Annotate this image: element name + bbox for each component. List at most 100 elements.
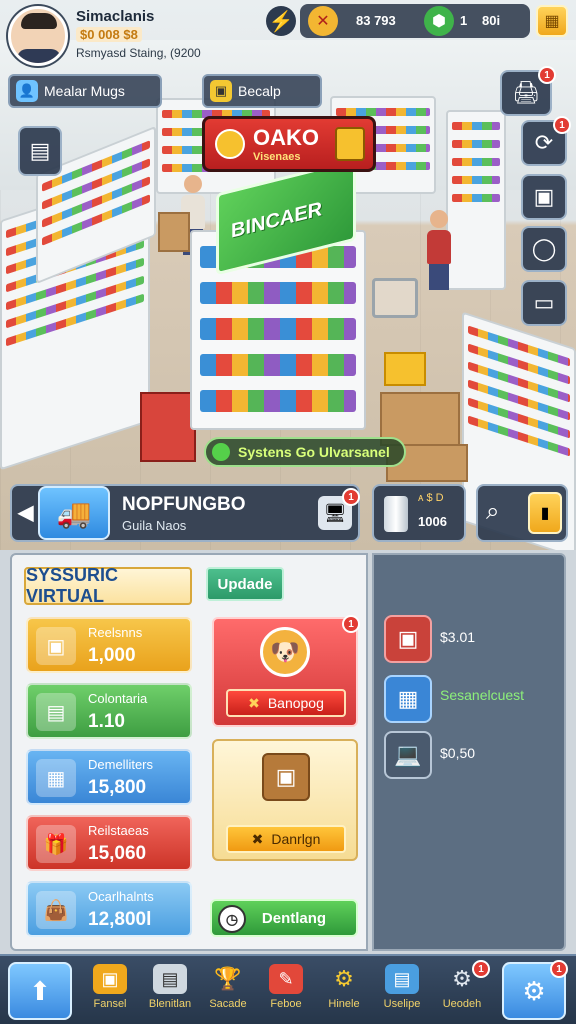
search-panel[interactable]: ⌕ ▮	[476, 484, 568, 542]
shopper-right	[426, 210, 452, 290]
blue-box-icon[interactable]: ▦	[384, 675, 432, 723]
yellow-card-button[interactable]: ✖ Danrlgn	[226, 825, 346, 853]
resource-card-3[interactable]: ▦ Demelliters 15,800	[26, 749, 192, 805]
nav-item-4[interactable]: ✎ Feboe	[256, 964, 316, 1022]
becalp-pill[interactable]: ▣ Becalp	[202, 74, 322, 108]
resource-card-2[interactable]: ▤ Colontaria 1.10	[26, 683, 192, 739]
status-dot-icon	[212, 443, 230, 461]
gift-icon: 🎁	[36, 825, 76, 863]
canister-icon	[384, 496, 408, 532]
home-up-button[interactable]: ⬆	[8, 962, 72, 1020]
notification-badge: 1	[550, 960, 568, 978]
red-box-icon[interactable]: ▣	[384, 615, 432, 663]
barrel-icon: ▤	[153, 964, 187, 994]
left-machine-button[interactable]: ▤	[18, 126, 62, 176]
nav-label: Hinele	[328, 998, 360, 1010]
nav-item-1[interactable]: ▣ Fansel	[80, 964, 140, 1022]
notification-badge: 1	[472, 960, 490, 978]
card-value: 12,800l	[88, 909, 152, 930]
trophy-icon: 🏆	[214, 966, 242, 991]
info-subtitle: Guila Naos	[122, 518, 187, 533]
red-card-button-label: Banopog	[267, 695, 324, 711]
close-x-icon: ✖	[251, 830, 264, 847]
cash-value: 80i	[482, 13, 501, 28]
delivery-info-bar[interactable]: ◀ 🚚 NOPFUNGBO Guila Naos 🖥 1	[10, 484, 360, 542]
basket	[384, 352, 426, 386]
back-arrow-icon[interactable]: ◀	[18, 500, 33, 525]
settings-button[interactable]: ⚙ 1	[502, 960, 568, 1020]
home-icon: ▣	[93, 964, 127, 994]
nav-item-6[interactable]: ▤ Uselipe	[372, 964, 432, 1022]
close-x-icon: ✖	[248, 694, 260, 711]
chat-button[interactable]: ▭	[521, 280, 567, 326]
systems-toast-text: Systens Go Ulvarsanel	[238, 444, 390, 460]
notification-badge: 1	[553, 116, 571, 134]
coin-value: 83 793	[356, 13, 396, 28]
lightning-icon[interactable]: ⚡	[266, 6, 296, 36]
notification-badge: 1	[538, 66, 556, 84]
store-sign: OAKO Visenaes	[202, 116, 376, 172]
nav-label: Blenitlan	[148, 998, 192, 1010]
stock-stat-label: ᴀ $ D	[418, 492, 444, 504]
nav-item-5[interactable]: ⚙ Hinele	[314, 964, 374, 1022]
side-item-3-text: $0,50	[440, 745, 476, 761]
nav-item-3[interactable]: 🏆 Sacade	[198, 964, 258, 1022]
notification-badge: 1	[342, 615, 360, 633]
tag-icon: ✎	[269, 964, 303, 994]
wood-crate	[158, 212, 190, 252]
reward-card-red[interactable]: 1 🐶 ✖ Banopog	[212, 615, 360, 727]
mealar-mugs-pill[interactable]: 👤 Mealar Mugs	[8, 74, 162, 108]
bottle-icon[interactable]: ▮	[528, 492, 562, 534]
card-label: Demelliters	[88, 757, 154, 772]
stock-stat-box[interactable]: ᴀ $ D 1006	[372, 484, 466, 542]
player-name: Simaclanis	[76, 8, 155, 25]
nav-item-2[interactable]: ▤ Blenitlan	[140, 964, 200, 1022]
nav-label: Fansel	[93, 998, 127, 1010]
reward-card-yellow[interactable]: ▣ ✖ Danrlgn	[212, 739, 358, 861]
person-icon: 👤	[16, 80, 38, 102]
box-icon: ▣	[36, 627, 76, 665]
mealar-mugs-label: Mealar Mugs	[44, 83, 125, 99]
shopping-cart	[372, 278, 418, 318]
sign-crate-icon	[335, 127, 365, 161]
gem-value: 1	[460, 13, 468, 28]
laptop-icon[interactable]: 💻	[384, 731, 432, 779]
player-avatar[interactable]	[8, 6, 68, 66]
resource-card-5[interactable]: 👜 Ocarlhalnts 12,800l	[26, 881, 192, 937]
side-item-1-text: $3.01	[440, 629, 476, 645]
card-label: Colontaria	[88, 691, 148, 706]
card-label: Reelsnns	[88, 625, 143, 640]
register-button[interactable]: 🖨 1	[500, 66, 556, 116]
shop-button[interactable]: ▦	[536, 5, 568, 37]
shelf-right-far	[446, 110, 506, 290]
store-sign-title: OAKO	[253, 125, 319, 150]
yellow-card-button-label: Danrlgn	[271, 831, 321, 847]
update-button[interactable]: Updade	[206, 567, 284, 601]
red-card-button[interactable]: ✖ Banopog	[226, 689, 346, 717]
store-sign-subtitle: Visenaes	[253, 151, 301, 163]
stock-stat-value: 1006	[418, 514, 447, 529]
server-icon[interactable]: 🖥 1	[318, 488, 360, 530]
resource-card-4[interactable]: 🎁 Reilstaeas 15,060	[26, 815, 192, 871]
card-value: 1,000	[88, 645, 136, 666]
package-icon: ▣	[262, 753, 310, 801]
player-money: $0 008 $8	[76, 27, 142, 42]
green-action-button[interactable]: ◷ Dentlang	[210, 899, 358, 937]
search-icon[interactable]: ⌕	[486, 498, 499, 526]
resource-card-1[interactable]: ▣ Reelsnns 1,000	[26, 617, 192, 673]
truck-icon: 🚚	[38, 486, 110, 540]
green-action-label: Dentlang	[261, 909, 327, 927]
gear-icon: ⚙	[334, 966, 354, 991]
becalp-label: Becalp	[238, 83, 281, 99]
nav-item-7[interactable]: ⚙ Ueodeh 1	[432, 960, 492, 1022]
crate-icon: ▦	[36, 759, 76, 797]
card-value: 1.10	[88, 711, 125, 732]
info-title: NOPFUNGBO	[122, 494, 246, 515]
nav-label: Feboe	[270, 998, 302, 1010]
circle-button[interactable]: ◯	[521, 226, 567, 272]
refresh-button[interactable]: ⟳ 1	[521, 116, 571, 166]
card-label: Reilstaeas	[88, 823, 149, 838]
inventory-button[interactable]: ▣	[521, 174, 567, 220]
nav-label: Sacade	[209, 998, 247, 1010]
systems-toast[interactable]: Systens Go Ulvarsanel	[204, 437, 406, 467]
